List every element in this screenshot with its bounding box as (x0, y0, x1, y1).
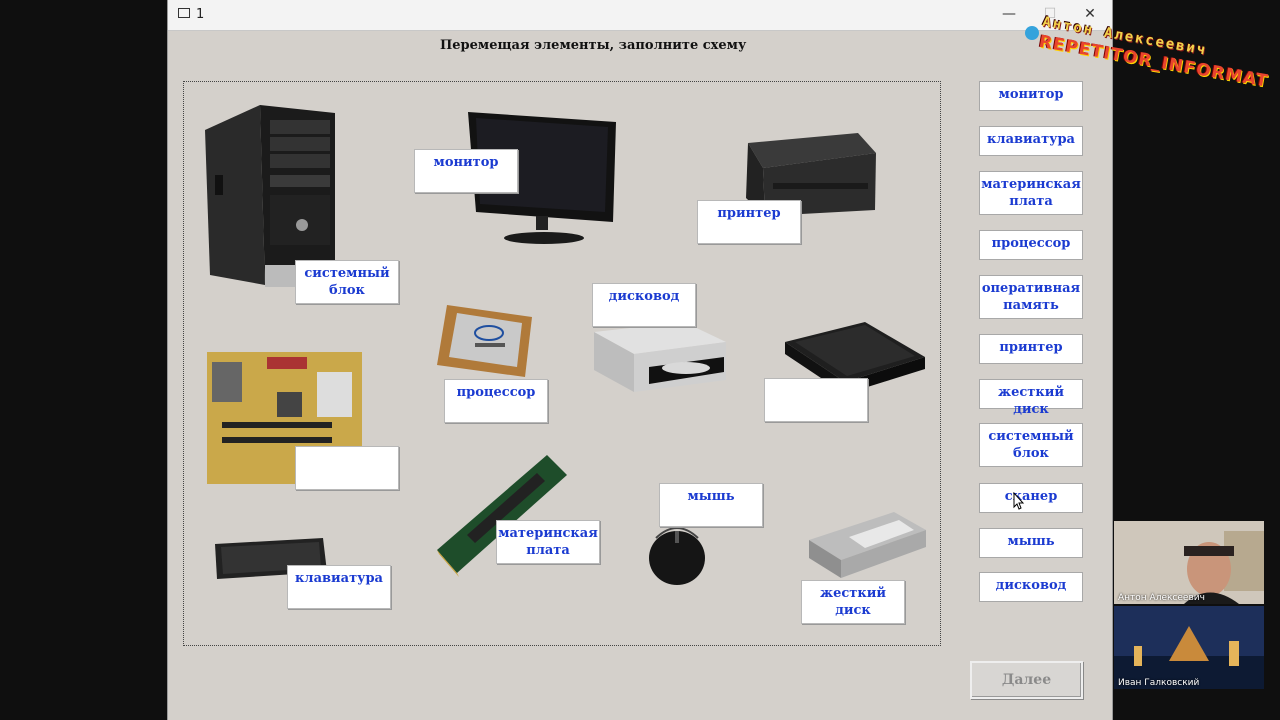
slot-hdd[interactable]: жесткий диск (801, 580, 905, 624)
student-video-frame (1114, 606, 1264, 689)
option-system-unit[interactable]: системный блок (979, 423, 1083, 467)
mouse-image (649, 527, 705, 585)
option-ram[interactable]: оперативная память (979, 275, 1083, 319)
slot-scanner[interactable] (764, 378, 868, 422)
option-hdd[interactable]: жесткий диск (979, 379, 1083, 417)
slot-mouse[interactable]: мышь (659, 483, 763, 527)
hard-disk-image (809, 512, 926, 578)
slot-monitor[interactable]: монитор (414, 149, 518, 193)
video-tile-host: Антон Алексеевич (1114, 521, 1264, 604)
slot-processor[interactable]: процессор (444, 379, 548, 423)
slot-motherboard[interactable] (295, 446, 399, 490)
next-button[interactable]: Далее (970, 661, 1083, 699)
minimize-button[interactable]: — (997, 4, 1021, 24)
option-processor[interactable]: процессор (979, 230, 1083, 260)
app-icon (178, 8, 190, 18)
slot-drive[interactable]: дисковод (592, 283, 696, 327)
cursor-icon (1013, 492, 1025, 510)
host-name: Антон Алексеевич (1118, 593, 1205, 603)
slot-system-unit[interactable]: системный блок (295, 260, 399, 304)
slot-printer[interactable]: принтер (697, 200, 801, 244)
option-keyboard[interactable]: клавиатура (979, 126, 1083, 156)
host-video-frame (1114, 521, 1264, 604)
option-drive[interactable]: дисковод (979, 572, 1083, 602)
option-mouse[interactable]: мышь (979, 528, 1083, 558)
option-monitor[interactable]: монитор (979, 81, 1083, 111)
slot-ram[interactable]: материнская плата (496, 520, 600, 564)
processor-image (437, 305, 532, 377)
video-tile-student: Иван Галковский (1114, 606, 1264, 689)
slot-keyboard[interactable]: клавиатура (287, 565, 391, 609)
option-motherboard[interactable]: материнская плата (979, 171, 1083, 215)
option-printer[interactable]: принтер (979, 334, 1083, 364)
title-bar: 1 — ☐ ✕ (168, 0, 1112, 31)
telegram-icon (1025, 26, 1039, 40)
disk-drive-image (594, 322, 726, 392)
option-scanner[interactable]: сканер (979, 483, 1083, 513)
window-title: 1 (196, 7, 205, 22)
student-name: Иван Галковский (1118, 678, 1200, 688)
page-title: Перемещая элементы, заполните схему (440, 38, 747, 53)
